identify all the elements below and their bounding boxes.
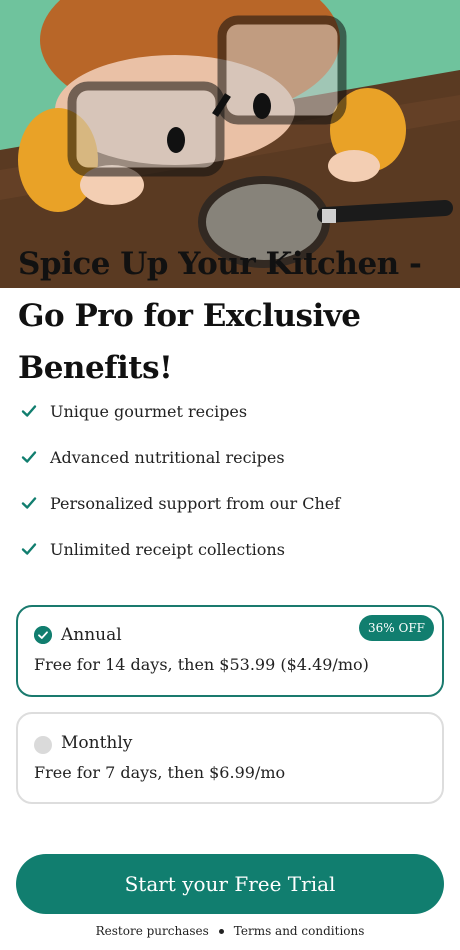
check-icon (21, 451, 37, 463)
benefit-label: Personalized support from our Chef (50, 493, 341, 513)
benefit-label: Advanced nutritional recipes (50, 447, 285, 467)
check-icon (21, 405, 37, 417)
benefit-item: Unique gourmet recipes (20, 388, 440, 434)
plan-option-annual[interactable]: 36% OFF Annual Free for 14 days, then $5… (16, 605, 444, 697)
benefits-list: Unique gourmet recipes Advanced nutritio… (20, 388, 440, 572)
plan-description: Free for 14 days, then $53.99 ($4.49/mo) (34, 655, 369, 674)
page-title: Spice Up Your Kitchen - Go Pro for Exclu… (18, 246, 422, 386)
benefit-item: Personalized support from our Chef (20, 480, 440, 526)
check-icon (21, 497, 37, 509)
plan-header: Monthly (34, 731, 426, 755)
radio-unchecked-icon[interactable] (34, 736, 52, 754)
benefit-item: Advanced nutritional recipes (20, 434, 440, 480)
discount-badge: 36% OFF (359, 615, 434, 641)
terms-link[interactable]: Terms and conditions (234, 924, 365, 938)
plan-name: Monthly (61, 733, 133, 753)
check-icon (21, 543, 37, 555)
footer-links: Restore purchases Terms and conditions (0, 924, 460, 938)
plan-option-monthly[interactable]: Monthly Free for 7 days, then $6.99/mo (16, 712, 444, 804)
plan-name: Annual (61, 625, 122, 645)
radio-checked-icon[interactable] (34, 626, 52, 644)
restore-purchases-link[interactable]: Restore purchases (96, 924, 209, 938)
benefit-item: Unlimited receipt collections (20, 526, 440, 572)
start-free-trial-button[interactable]: Start your Free Trial (16, 854, 444, 914)
benefit-label: Unique gourmet recipes (50, 401, 248, 421)
separator-dot (218, 928, 224, 934)
plan-description: Free for 7 days, then $6.99/mo (34, 763, 286, 782)
benefit-label: Unlimited receipt collections (50, 539, 285, 559)
